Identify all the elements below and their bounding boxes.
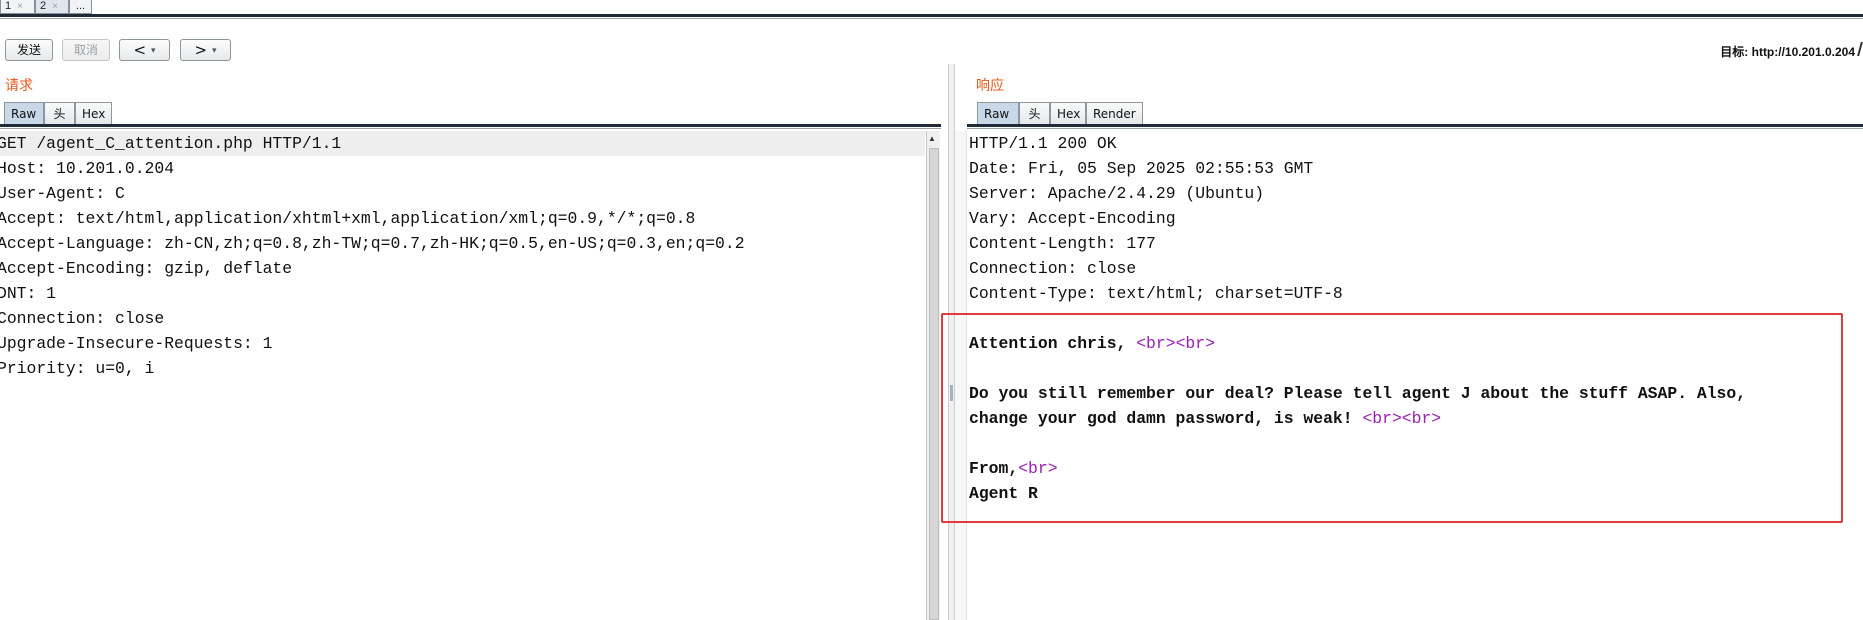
response-tab-subline	[967, 128, 1863, 129]
response-header-line: HTTP/1.1 200 OK	[969, 134, 1117, 153]
forward-button[interactable]: > ▾	[180, 39, 231, 61]
request-tab-raw[interactable]: Raw	[4, 102, 44, 125]
tab-label: ...	[75, 0, 86, 12]
request-line: Accept-Language: zh-CN,zh;q=0.8,zh-TW;q=…	[0, 234, 745, 253]
response-header-line: Content-Type: text/html; charset=UTF-8	[969, 284, 1343, 303]
request-line: Accept-Encoding: gzip, deflate	[0, 259, 293, 278]
target-label[interactable]: 目标: http://10.201.0.204	[1720, 43, 1855, 60]
close-icon[interactable]: ×	[52, 1, 58, 12]
chevron-left-icon: <	[133, 41, 147, 59]
tab-more[interactable]: ...	[69, 0, 92, 14]
back-button[interactable]: < ▾	[119, 39, 170, 61]
response-tab-hex[interactable]: Hex	[1050, 102, 1086, 125]
close-icon[interactable]: ×	[17, 1, 23, 12]
request-line: DNT: 1	[0, 284, 57, 303]
tab-label: 2	[40, 0, 47, 12]
request-title: 请求	[5, 78, 33, 94]
request-scrollbar-thumb[interactable]	[929, 148, 939, 620]
response-header-line: Date: Fri, 05 Sep 2025 02:55:53 GMT	[969, 159, 1314, 178]
request-tab-subline	[0, 128, 941, 129]
request-line: Accept: text/html,application/xhtml+xml,…	[0, 209, 696, 228]
request-line: User-Agent: C	[0, 184, 125, 203]
request-line: Priority: u=0, i	[0, 359, 155, 378]
chevron-right-icon: >	[194, 41, 208, 59]
tab-label: 1	[5, 0, 12, 12]
request-tab-headers[interactable]: 头	[44, 102, 75, 125]
response-header-line: Connection: close	[969, 259, 1137, 278]
request-tab-hex[interactable]: Hex	[75, 102, 112, 125]
tab-strip-subline	[0, 18, 1863, 19]
send-button[interactable]: 发送	[5, 39, 53, 61]
request-line: Connection: close	[0, 309, 165, 328]
request-editor[interactable]: GET /agent_C_attention.php HTTP/1.1 Host…	[0, 131, 925, 620]
scroll-up-icon[interactable]: ▲	[928, 134, 936, 143]
response-tab-raw[interactable]: Raw	[977, 102, 1019, 125]
request-line: GET /agent_C_attention.php HTTP/1.1	[0, 134, 342, 153]
tab-1[interactable]: 1 ×	[0, 0, 35, 14]
annotation-highlight-box	[941, 313, 1843, 523]
chevron-down-icon[interactable]: ▾	[212, 46, 217, 56]
response-header-line: Server: Apache/2.4.29 (Ubuntu)	[969, 184, 1265, 203]
tab-2[interactable]: 2 ×	[35, 0, 69, 14]
response-tab-underline	[967, 124, 1863, 127]
response-header-line: Content-Length: 177	[969, 234, 1156, 253]
response-header-line: Vary: Accept-Encoding	[969, 209, 1176, 228]
request-tab-underline	[0, 124, 941, 127]
response-title: 响应	[976, 78, 1004, 94]
response-tab-headers[interactable]: 头	[1019, 102, 1050, 125]
response-tab-render[interactable]: Render	[1086, 102, 1143, 125]
request-line: Upgrade-Insecure-Requests: 1	[0, 334, 273, 353]
tab-strip-underline	[0, 14, 1863, 17]
request-line: Host: 10.201.0.204	[0, 159, 175, 178]
edit-target-icon[interactable]	[1857, 42, 1863, 56]
chevron-down-icon[interactable]: ▾	[151, 46, 156, 56]
cancel-button[interactable]: 取消	[62, 39, 110, 61]
